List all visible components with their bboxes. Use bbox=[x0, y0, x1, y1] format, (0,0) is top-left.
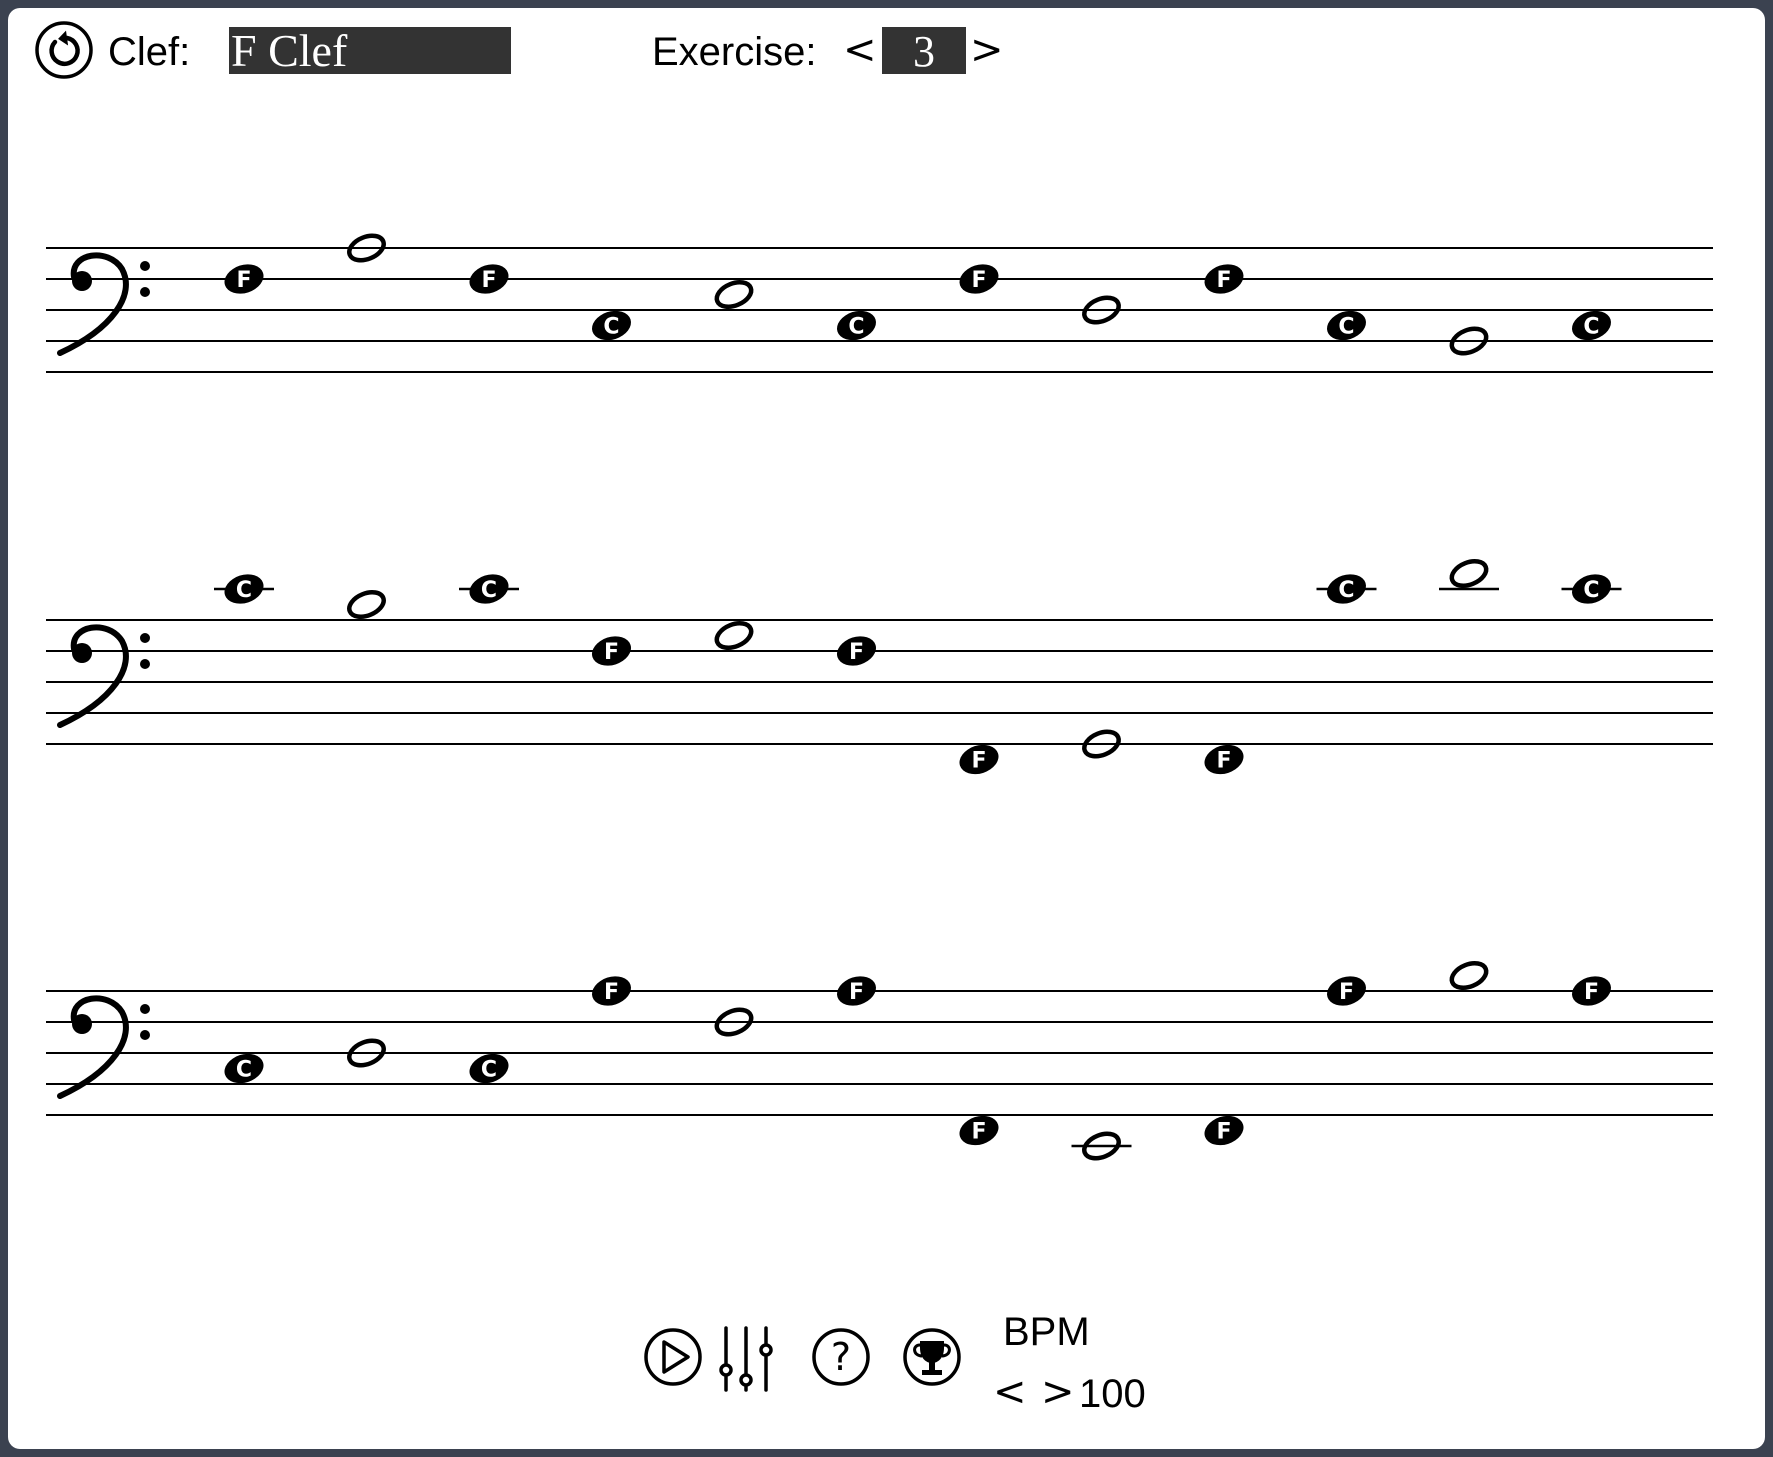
quarter-note[interactable]: F bbox=[956, 1111, 1003, 1150]
svg-text:?: ? bbox=[831, 1335, 851, 1379]
notehead-filled: C bbox=[591, 310, 632, 341]
note-letter: F bbox=[1339, 980, 1354, 1005]
half-note[interactable] bbox=[1071, 1129, 1132, 1163]
notehead-filled: F bbox=[959, 264, 999, 294]
note-letter: F bbox=[971, 749, 986, 774]
quarter-note[interactable]: F bbox=[1568, 972, 1615, 1011]
app-window: Clef: F Clef Exercise: < 3 > FFCCFFCCCCF… bbox=[8, 8, 1765, 1449]
staff-system bbox=[46, 619, 1713, 745]
quarter-note[interactable]: C bbox=[833, 306, 880, 345]
notehead-filled: F bbox=[1571, 976, 1612, 1006]
quarter-note[interactable]: F bbox=[833, 632, 880, 671]
notehead-open bbox=[347, 590, 386, 619]
notehead-filled: C bbox=[1571, 574, 1612, 604]
note-letter: C bbox=[236, 1058, 252, 1083]
notehead-filled: F bbox=[1204, 1115, 1244, 1146]
half-note[interactable] bbox=[1439, 557, 1499, 591]
note-letter: C bbox=[848, 315, 864, 340]
quarter-note[interactable]: F bbox=[833, 972, 880, 1011]
quarter-note[interactable]: C bbox=[466, 1049, 513, 1088]
quarter-note[interactable]: C bbox=[588, 306, 635, 345]
play-icon[interactable] bbox=[642, 1326, 704, 1388]
quarter-note[interactable]: F bbox=[588, 632, 635, 671]
quarter-note[interactable]: F bbox=[221, 260, 268, 299]
note-letter: F bbox=[1584, 980, 1599, 1005]
half-note[interactable] bbox=[713, 619, 755, 653]
quarter-note[interactable]: C bbox=[1568, 306, 1615, 345]
notehead-filled: F bbox=[1204, 264, 1244, 294]
trophy-icon[interactable] bbox=[901, 1326, 963, 1388]
notehead-open bbox=[714, 621, 754, 650]
notehead-filled: F bbox=[1326, 976, 1367, 1006]
quarter-note[interactable]: C bbox=[459, 570, 519, 609]
half-note[interactable] bbox=[346, 588, 388, 622]
quarter-note[interactable]: F bbox=[1323, 972, 1370, 1011]
notehead-filled: F bbox=[591, 976, 632, 1006]
bass-clef-icon bbox=[60, 255, 150, 353]
note-letter: C bbox=[1583, 578, 1599, 603]
quarter-note[interactable]: C bbox=[1316, 570, 1377, 609]
notehead-filled: C bbox=[1326, 310, 1367, 341]
quarter-note[interactable]: C bbox=[1561, 570, 1622, 609]
notehead-open bbox=[1449, 559, 1489, 588]
notehead-filled: C bbox=[224, 1053, 264, 1084]
notehead-filled: F bbox=[591, 636, 632, 666]
notehead-filled: C bbox=[469, 574, 509, 604]
notehead-open bbox=[1449, 961, 1489, 990]
quarter-note[interactable]: F bbox=[956, 260, 1003, 299]
note-letter: C bbox=[1338, 315, 1354, 340]
quarter-note[interactable]: F bbox=[1201, 1111, 1248, 1150]
note-letter: C bbox=[236, 578, 252, 603]
note-letter: F bbox=[1216, 1120, 1231, 1145]
notehead-filled: C bbox=[1326, 574, 1367, 604]
notehead-filled: C bbox=[469, 1053, 509, 1084]
half-note[interactable] bbox=[1448, 959, 1490, 993]
note-letter: F bbox=[849, 640, 864, 665]
bpm-value: 100 bbox=[1079, 1372, 1146, 1416]
quarter-note[interactable]: F bbox=[466, 260, 513, 299]
note-letter: F bbox=[1216, 268, 1231, 293]
note-letter: F bbox=[1216, 749, 1231, 774]
quarter-note[interactable]: F bbox=[1201, 260, 1248, 299]
note-letter: C bbox=[481, 1058, 497, 1083]
note-letter: F bbox=[971, 268, 986, 293]
notehead-filled: C bbox=[836, 310, 877, 341]
bass-clef-icon bbox=[60, 627, 150, 725]
note-letter: F bbox=[604, 980, 619, 1005]
notehead-filled: F bbox=[836, 636, 877, 666]
note-letter: F bbox=[971, 1120, 986, 1145]
bass-clef-icon bbox=[60, 998, 150, 1096]
quarter-note[interactable]: C bbox=[214, 570, 274, 609]
notehead-filled: C bbox=[224, 574, 264, 604]
note-letter: C bbox=[603, 315, 619, 340]
notehead-filled: F bbox=[959, 1115, 999, 1146]
quarter-note[interactable]: C bbox=[1323, 306, 1370, 345]
note-letter: C bbox=[1583, 315, 1599, 340]
note-letter: F bbox=[481, 268, 496, 293]
notehead-filled: F bbox=[1204, 744, 1244, 775]
staff-system bbox=[46, 990, 1713, 1116]
bpm-label: BPM bbox=[1003, 1310, 1090, 1354]
music-score: F F C C F F C C C C F F F F C C C C F F F F F F bbox=[46, 233, 1713, 1163]
note-letter: C bbox=[481, 578, 497, 603]
mixer-icon[interactable] bbox=[714, 1324, 776, 1394]
notehead-filled: F bbox=[959, 744, 999, 775]
note-letter: C bbox=[1338, 578, 1354, 603]
quarter-note[interactable]: F bbox=[588, 972, 635, 1011]
help-icon[interactable]: ? bbox=[810, 1326, 872, 1388]
half-note[interactable] bbox=[713, 278, 755, 312]
notehead-filled: C bbox=[1571, 310, 1612, 341]
note-letter: F bbox=[849, 980, 864, 1005]
notehead-filled: F bbox=[224, 264, 264, 294]
quarter-note[interactable]: F bbox=[956, 740, 1003, 779]
notehead-filled: F bbox=[836, 976, 877, 1006]
note-letter: F bbox=[604, 640, 619, 665]
bpm-decrease-button[interactable]: < bbox=[993, 1372, 1027, 1412]
note-letter: F bbox=[236, 268, 251, 293]
quarter-note[interactable]: C bbox=[221, 1049, 268, 1088]
quarter-note[interactable]: F bbox=[1201, 740, 1248, 779]
bpm-increase-button[interactable]: > bbox=[1041, 1372, 1075, 1412]
notehead-filled: F bbox=[469, 264, 509, 294]
notehead-open bbox=[714, 280, 754, 309]
